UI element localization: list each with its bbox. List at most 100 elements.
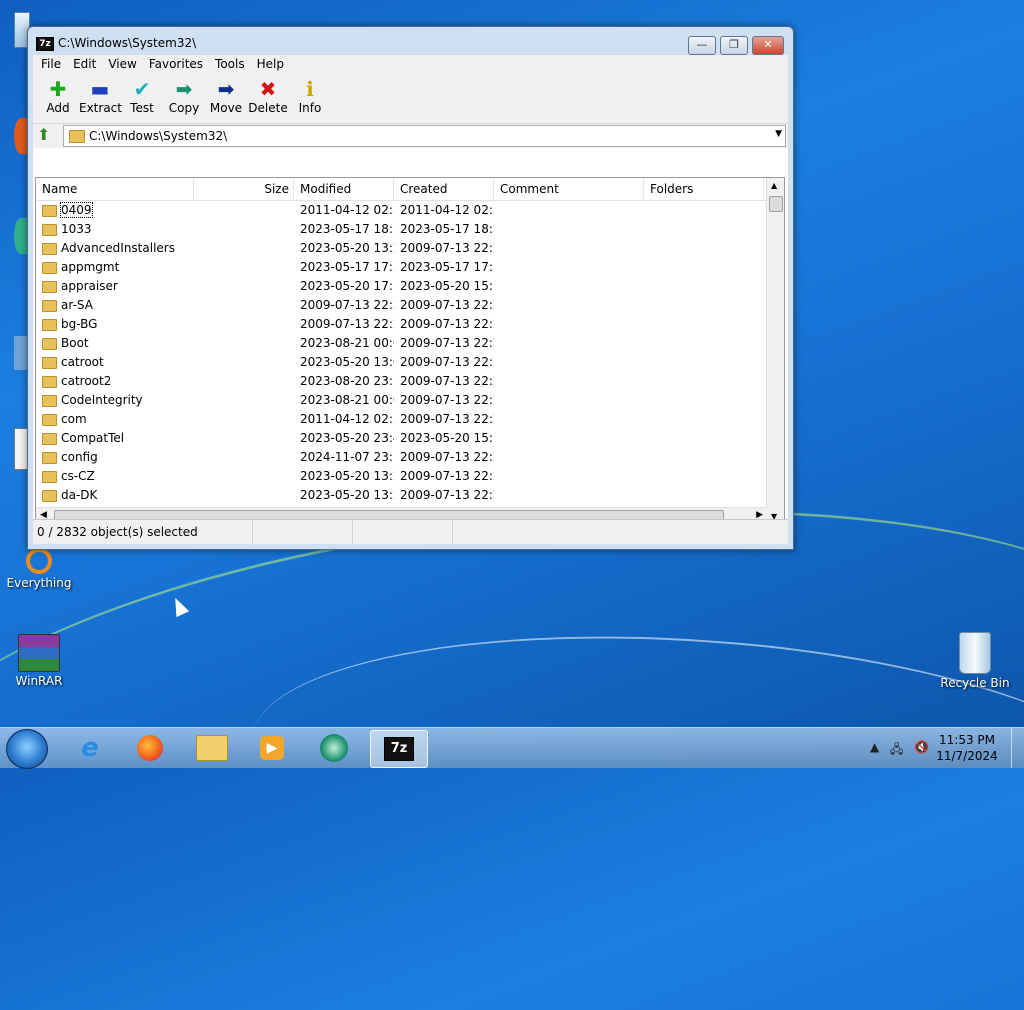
folder-icon [42,261,57,274]
table-row[interactable]: ar-SA 2009-07-13 22:20 2009-07-13 22:20 [36,296,784,315]
file-name: ar-SA [61,298,93,312]
vertical-scrollbar[interactable]: ▲ ▼ [766,178,784,525]
desktop-icon-recycle-bin[interactable]: Recycle Bin [940,632,1010,690]
desktop-icon-winrar[interactable]: WinRAR [4,634,74,688]
column-header-modified[interactable]: Modified [294,178,394,200]
winrar-icon [18,634,60,672]
folder-icon [42,318,57,331]
folder-icon [42,394,57,407]
taskbar-app[interactable] [306,730,362,766]
toolbar-delete-button[interactable]: ✖ Delete [247,73,289,123]
taskbar-internet-explorer[interactable]: e [62,730,118,766]
toolbar-label: Test [130,101,154,115]
toolbar-test-button[interactable]: ✔ Test [121,73,163,123]
taskbar-firefox[interactable] [122,730,178,766]
address-field[interactable]: C:\Windows\System32\ ▼ [63,125,786,147]
window-title: C:\Windows\System32\ [58,36,197,50]
close-button[interactable]: ✕ [752,36,784,55]
taskbar-media-player[interactable]: ▶ [244,730,300,766]
cell-comment [494,315,644,334]
cell-size [194,467,294,486]
menu-edit[interactable]: Edit [67,55,102,73]
chevron-down-icon[interactable]: ▼ [775,129,782,139]
menu-favorites[interactable]: Favorites [143,55,209,73]
table-row[interactable]: da-DK 2023-05-20 13:23 2009-07-13 22:20 [36,486,784,505]
column-header-created[interactable]: Created [394,178,494,200]
cell-created: 2009-07-13 22:20 [400,393,494,407]
table-row[interactable]: com 2011-04-12 02:38 2009-07-13 22:20 [36,410,784,429]
show-hidden-icons-icon[interactable]: ▲ [870,740,879,754]
cell-modified: 2023-08-21 00:02 [300,336,394,350]
column-header-comment[interactable]: Comment [494,178,644,200]
file-name: da-DK [61,488,98,502]
table-row[interactable]: AdvancedInstallers 2023-05-20 13:23 2009-0… [36,239,784,258]
table-row[interactable]: bg-BG 2009-07-13 22:20 2009-07-13 22:20 [36,315,784,334]
column-header-name[interactable]: Name [36,178,194,200]
minimize-button[interactable]: — [688,36,716,55]
cell-created: 2023-05-17 17:36 [400,260,494,274]
folder-icon [42,470,57,483]
table-row[interactable]: cs-CZ 2023-05-20 13:23 2009-07-13 22:20 [36,467,784,486]
cell-folders [644,258,764,277]
status-panel-4 [453,520,783,544]
cell-modified: 2023-08-21 00:02 [300,393,394,407]
desktop-icon-partial[interactable] [14,118,28,154]
toolbar-move-button[interactable]: ➡ Move [205,73,247,123]
table-row[interactable]: 1033 2023-05-17 18:33 2023-05-17 18:33 [36,220,784,239]
table-row[interactable]: appmgmt 2023-05-17 17:36 2023-05-17 17:36 [36,258,784,277]
taskbar-7zip[interactable]: 7z [370,730,428,768]
scroll-thumb[interactable] [769,196,783,212]
table-row[interactable]: config 2024-11-07 23:15 2009-07-13 22:20 [36,448,784,467]
cell-name: appraiser [36,277,194,296]
table-row[interactable]: catroot2 2023-08-20 23:30 2009-07-13 22:20 [36,372,784,391]
start-button[interactable] [6,729,48,769]
table-row[interactable]: CodeIntegrity 2023-08-21 00:02 2009-07-13 … [36,391,784,410]
title-bar[interactable]: 7z C:\Windows\System32\ — ❐ ✕ [28,27,793,57]
toolbar-extract-button[interactable]: ▬ Extract [79,73,122,123]
table-row[interactable]: Boot 2023-08-21 00:02 2009-07-13 22:20 [36,334,784,353]
table-row[interactable]: appraiser 2023-05-20 17:17 2023-05-20 15:1… [36,277,784,296]
cell-size [194,486,294,505]
internet-explorer-icon: e [81,733,99,763]
desktop-icon-everything[interactable]: Everything [4,548,74,590]
clock-date: 11/7/2024 [936,749,998,763]
desktop-icon-partial[interactable] [14,218,28,254]
cell-modified: 2023-05-20 13:23 [300,469,394,483]
cell-size [194,315,294,334]
table-row[interactable]: CompatTel 2023-05-20 23:43 2023-05-20 15:1… [36,429,784,448]
clock-time: 11:53 PM [939,733,995,747]
network-icon[interactable]: 🖧 [890,740,903,761]
toolbar-copy-button[interactable]: ➡ Copy [163,73,205,123]
menu-help[interactable]: Help [251,55,290,73]
toolbar-info-button[interactable]: ℹ Info [289,73,331,123]
file-name: CompatTel [61,431,125,445]
cell-modified: 2023-08-20 23:30 [300,374,394,388]
maximize-button[interactable]: ❐ [720,36,748,55]
7zip-file-manager-window[interactable]: 7z C:\Windows\System32\ — ❐ ✕ File Edit … [27,26,794,550]
menu-file[interactable]: File [35,55,67,73]
column-header-size[interactable]: Size [194,178,294,200]
cell-folders [644,201,764,220]
cell-name: config [36,448,194,467]
clock[interactable]: 11:53 PM 11/7/2024 [932,732,1002,764]
scroll-up-arrow-icon[interactable]: ▲ [771,181,777,190]
cell-name: ar-SA [36,296,194,315]
cell-size [194,410,294,429]
taskbar-explorer[interactable] [184,730,240,766]
table-row[interactable]: 0409 2011-04-12 02:38 2011-04-12 02:38 [36,201,784,220]
toolbar-add-button[interactable]: ✚ Add [37,73,79,123]
table-row[interactable]: catroot 2023-05-20 13:06 2009-07-13 22:20 [36,353,784,372]
cell-folders [644,429,764,448]
folder-icon [42,451,57,464]
menu-view[interactable]: View [102,55,142,73]
file-name: Boot [61,336,89,350]
column-header-folders[interactable]: Folders [644,178,764,200]
show-desktop-button[interactable] [1011,728,1024,768]
cell-folders [644,239,764,258]
volume-muted-icon[interactable]: 🔇 [914,740,929,754]
folder-icon [42,356,57,369]
file-list[interactable]: Name Size Modified Created Comment Folde… [35,177,785,526]
desktop-icon-partial[interactable] [14,336,28,370]
up-folder-icon[interactable]: ⬆ [37,127,55,143]
menu-tools[interactable]: Tools [209,55,251,73]
